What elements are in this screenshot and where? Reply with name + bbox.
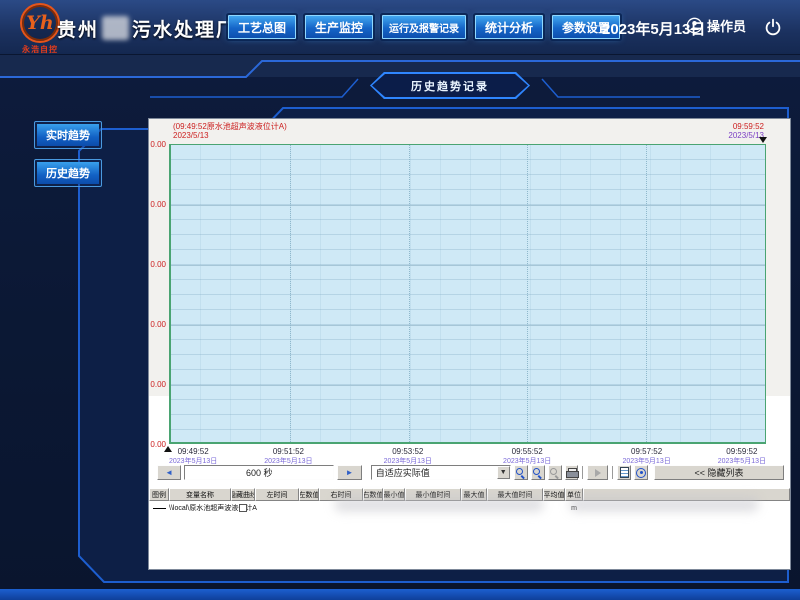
section-banner: 历史趋势记录 (370, 72, 530, 99)
h-gridline (171, 265, 765, 266)
zoom-out-icon (532, 467, 543, 478)
print-icon (566, 468, 577, 477)
power-icon (764, 18, 782, 36)
nav-run-alarm-records-button[interactable]: 运行及报警记录 (382, 15, 466, 39)
y-axis-label: 0.00 (149, 200, 166, 209)
logo-subtext: 永浩自控 (10, 44, 70, 55)
y-axis-label: 0.00 (149, 380, 166, 389)
scale-mode-select[interactable]: 自适应实际值 ▼ (371, 465, 511, 480)
scroll-left-button[interactable]: ◄ (157, 465, 181, 480)
settings-button[interactable] (634, 465, 648, 480)
h-gridline (171, 385, 765, 386)
app-window: Yh 永浩自控 贵州 污水处理厂 工艺总图 生产监控 运行及报警记录 统计分析 … (0, 0, 800, 600)
page-title: 贵州 污水处理厂 (57, 13, 237, 43)
col-variable-name: 变量名称 (169, 488, 231, 501)
cursor-label: (09:49:52原水池超声波液位计A) (173, 122, 287, 131)
report-button[interactable] (617, 465, 631, 480)
hide-curve-cell (231, 502, 255, 514)
col-avg-value: 平均值 (543, 488, 565, 501)
table-row: \\local\原水池超声波液位计A m (149, 502, 790, 514)
x-axis: 09:49:522023年5月13日 09:51:522023年5月13日 09… (169, 447, 766, 465)
top-bar: Yh 永浩自控 贵州 污水处理厂 工艺总图 生产监控 运行及报警记录 统计分析 … (0, 0, 800, 55)
nav-production-monitor-button[interactable]: 生产监控 (305, 15, 373, 39)
col-hide-curve: 隐藏曲线 (231, 488, 255, 501)
section-banner-title: 历史趋势记录 (372, 74, 528, 97)
col-filler (583, 488, 790, 501)
col-min-time: 最小值时间 (405, 488, 461, 501)
legend-line-swatch (153, 508, 166, 509)
bottom-accent-strip (0, 589, 800, 600)
time-span-field[interactable]: 600 秒 (184, 465, 334, 480)
y-axis-label: 0.00 (149, 140, 166, 149)
realtime-trend-button[interactable]: 实时趋势 (34, 121, 102, 149)
user-icon (686, 17, 703, 34)
scale-mode-value: 自适应实际值 (372, 466, 497, 479)
col-right-value: 右数值 (363, 488, 383, 501)
unit-cell: m (565, 502, 583, 514)
v-gridline (290, 145, 291, 442)
chevron-down-icon[interactable]: ▼ (497, 466, 510, 479)
col-min-value: 最小值 (383, 488, 405, 501)
print-button[interactable] (565, 465, 579, 480)
col-unit: 单位 (565, 488, 583, 501)
y-axis-label: 0.00 (149, 260, 166, 269)
col-max-value: 最大值 (461, 488, 487, 501)
play-icon (595, 469, 601, 477)
v-gridline (409, 145, 410, 442)
play-button[interactable] (587, 465, 608, 480)
power-button[interactable] (762, 16, 784, 38)
variable-table-header: 图例 变量名称 隐藏曲线 左时间 左数值 右时间 右数值 最小值 最小值时间 最… (149, 488, 790, 501)
scroll-right-button[interactable]: ► (337, 465, 361, 480)
history-trend-button[interactable]: 历史趋势 (34, 159, 102, 187)
zoom-in-button[interactable] (514, 465, 528, 480)
zoom-window-icon (549, 467, 560, 478)
col-legend: 图例 (149, 488, 169, 501)
main-nav: 工艺总图 生产监控 运行及报警记录 统计分析 参数设置 (228, 15, 620, 39)
settings-icon (636, 468, 646, 478)
operator-label: 操作员 (707, 16, 746, 35)
variable-name-cell: \\local\原水池超声波液位计A (169, 502, 231, 514)
zoom-window-button[interactable] (548, 465, 562, 480)
legend-cell (149, 502, 169, 514)
logo-mark-icon: Yh (20, 3, 60, 43)
h-gridline (171, 205, 765, 206)
col-left-time: 左时间 (255, 488, 299, 501)
col-right-time: 右时间 (319, 488, 363, 501)
trend-panel: (09:49:52原水池超声波液位计A) 2023/5/13 09:59:52 … (148, 118, 791, 570)
col-max-time: 最大值时间 (487, 488, 543, 501)
redacted-title-block (102, 16, 129, 40)
v-gridline (646, 145, 647, 442)
toolbar-divider (612, 466, 613, 479)
col-left-value: 左数值 (299, 488, 319, 501)
trend-toolbar: ◄ 600 秒 ► 自适应实际值 ▼ << 隐藏列表 (157, 464, 784, 481)
right-range-handle[interactable] (759, 137, 767, 143)
nav-process-overview-button[interactable]: 工艺总图 (228, 15, 296, 39)
chart-cursor-info: (09:49:52原水池超声波液位计A) 2023/5/13 (173, 122, 287, 140)
zoom-out-button[interactable] (531, 465, 545, 480)
v-gridline (527, 145, 528, 442)
y-axis-label: 0.00 (149, 320, 166, 329)
toolbar-divider (582, 466, 583, 479)
operator-button[interactable]: 操作员 (686, 16, 746, 35)
page-title-prefix: 贵州 (57, 15, 99, 42)
report-icon (620, 467, 629, 478)
h-gridline (171, 325, 765, 326)
logo-text: Yh (26, 12, 53, 34)
cursor-date: 2023/5/13 (173, 131, 287, 140)
zoom-in-icon (515, 467, 526, 478)
hide-curve-checkbox[interactable] (239, 504, 247, 512)
nav-statistics-button[interactable]: 统计分析 (475, 15, 543, 39)
hide-list-button[interactable]: << 隐藏列表 (654, 465, 784, 480)
right-edge-time: 09:59:52 (728, 122, 764, 131)
page-title-suffix: 污水处理厂 (132, 15, 237, 42)
trend-chart[interactable] (169, 144, 766, 444)
